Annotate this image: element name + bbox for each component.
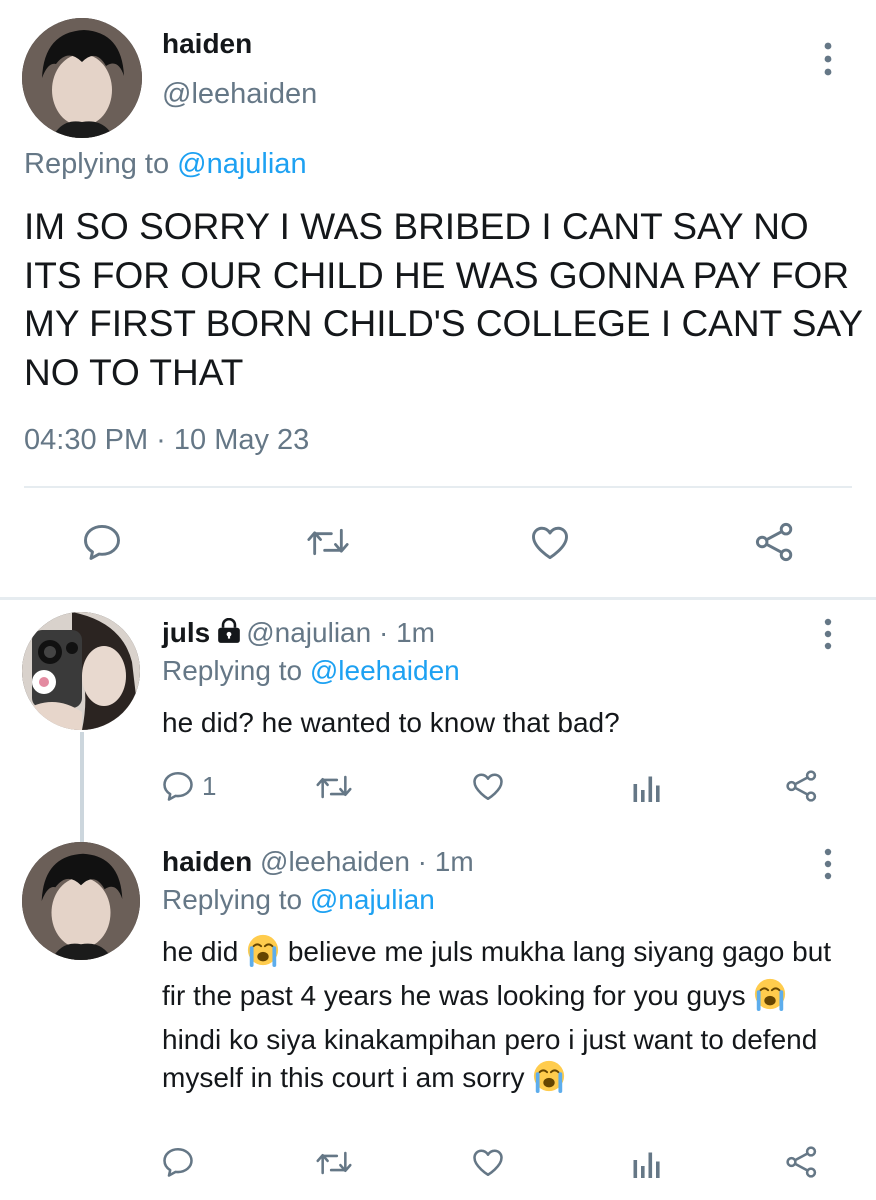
reply-count: 1 [202,770,217,801]
replying-to-mention[interactable]: @najulian [310,884,435,915]
crying-emoji-icon [532,1059,566,1103]
analytics-button[interactable] [632,1146,662,1180]
crying-emoji-icon [246,933,280,977]
reply-icon [160,1144,196,1180]
more-options-icon[interactable] [821,618,835,650]
replying-to-prefix: Replying to [24,148,170,180]
relative-time[interactable]: · 1m [379,617,435,648]
retweet-icon [314,770,354,804]
like-button[interactable] [470,768,506,804]
retweet-icon [304,522,352,562]
display-name[interactable]: haiden [162,846,252,877]
tweet-text-part: hindi ko siya kinakampihan pero i just w… [162,1024,818,1093]
share-icon [752,520,798,564]
analytics-icon [632,770,662,804]
replying-to: Replying to @najulian [24,148,307,181]
reply-button[interactable]: 1 [160,768,216,804]
reply-header: haiden @leehaiden · 1m [162,846,474,878]
replying-to: Replying to @najulian [162,884,435,916]
handle[interactable]: @leehaiden [162,78,317,111]
tweet-text: he did? he wanted to know that bad? [162,707,620,738]
divider [24,486,852,488]
crying-emoji-icon [753,977,787,1021]
like-button[interactable] [470,1144,506,1180]
retweet-icon [314,1146,354,1180]
reply-icon [80,520,124,564]
like-button[interactable] [528,520,572,564]
reply-icon [160,768,196,804]
reply-button[interactable] [80,520,124,564]
tweet-text: he did believe me juls mukha lang siyang… [162,933,852,1103]
share-icon [784,1144,820,1180]
tweet-text-part: he did [162,936,239,967]
more-options-icon[interactable] [821,848,835,880]
share-button[interactable] [784,1144,820,1180]
replying-to-prefix: Replying to [162,655,303,686]
reply-header: juls @najulian · 1m [162,617,435,651]
avatar[interactable] [22,612,140,730]
handle[interactable]: @leehaiden [260,846,410,877]
like-icon [470,1144,506,1180]
avatar[interactable] [22,842,140,960]
retweet-button[interactable] [304,522,352,562]
display-name[interactable]: juls [162,617,210,648]
replying-to: Replying to @leehaiden [162,655,460,687]
analytics-icon [632,1146,662,1180]
thread-line [80,732,84,842]
share-button[interactable] [752,520,798,564]
timestamp[interactable]: 04:30 PM · 10 May 23 [24,424,309,457]
share-button[interactable] [784,768,820,804]
reply-button[interactable] [160,1144,196,1180]
display-name[interactable]: haiden [162,28,252,60]
lock-icon [216,617,242,651]
more-options-icon[interactable] [821,42,835,76]
replying-to-prefix: Replying to [162,884,303,915]
retweet-button[interactable] [314,1146,354,1180]
retweet-button[interactable] [314,770,354,804]
like-icon [470,768,506,804]
like-icon [528,520,572,564]
analytics-button[interactable] [632,770,662,804]
handle[interactable]: @najulian [246,617,371,648]
main-tweet: haiden @leehaiden Replying to @najulian … [0,0,876,600]
share-icon [784,768,820,804]
replying-to-mention[interactable]: @leehaiden [310,655,460,686]
section-divider [0,597,876,600]
relative-time[interactable]: · 1m [418,846,474,877]
replying-to-mention[interactable]: @najulian [177,148,306,180]
avatar[interactable] [22,18,142,138]
tweet-text: IM SO SORRY I WAS BRIBED I CANT SAY NO I… [24,206,863,393]
